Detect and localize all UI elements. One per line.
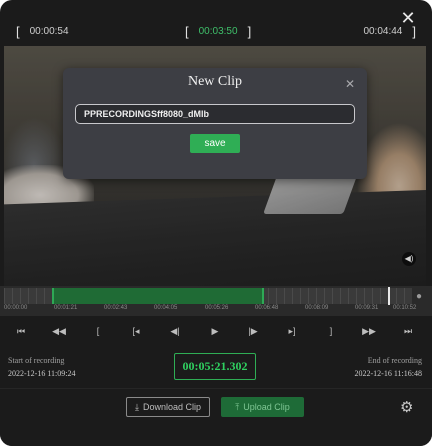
timeline-tick-labels: 00:00:00 00:01:21 00:02:43 00:04:05 00:0… xyxy=(0,305,432,315)
start-of-recording-label: Start of recording xyxy=(8,356,65,365)
tick-label: 00:09:31 xyxy=(355,305,379,311)
upload-clip-label: Upload Clip xyxy=(243,402,290,412)
upload-clip-button[interactable]: ⤒ Upload Clip xyxy=(221,397,304,417)
current-time-value: 00:03:50 xyxy=(198,26,238,37)
timeline-settings-icon[interactable]: ● xyxy=(416,291,422,302)
clip-selection-range[interactable] xyxy=(52,288,264,304)
clip-editor-window: ✕ [ 00:00:54 [ 00:03:50 ] 00:04:44 ] ◀) … xyxy=(0,0,432,446)
end-of-recording-label: End of recording xyxy=(367,356,422,365)
clip-end-value: 00:04:44 xyxy=(363,26,403,37)
new-clip-dialog: New Clip ✕ save xyxy=(63,68,367,179)
timecode-bar: [ 00:00:54 [ 00:03:50 ] 00:04:44 ] xyxy=(0,24,432,44)
mark-out-icon[interactable]: ] xyxy=(324,326,338,336)
skip-to-end-icon[interactable]: ⏭ xyxy=(401,326,415,337)
download-icon: ⤓ xyxy=(134,401,139,412)
download-clip-button[interactable]: ⤓ Download Clip xyxy=(126,397,210,417)
step-back-icon[interactable]: ◀| xyxy=(168,326,182,337)
fast-forward-icon[interactable]: ▶▶ xyxy=(362,326,376,337)
position-clock: 00:05:21.302 xyxy=(174,353,256,380)
tick-label: 00:08:09 xyxy=(305,305,329,311)
upload-icon: ⤒ xyxy=(235,401,240,412)
action-bar: ⤓ Download Clip ⤒ Upload Clip ⚙ xyxy=(0,388,432,428)
current-timecode: [ 00:03:50 ] xyxy=(185,24,251,39)
close-icon[interactable]: ✕ xyxy=(345,77,355,91)
skip-to-start-icon[interactable]: ⏮ xyxy=(14,326,28,337)
dialog-title: New Clip xyxy=(187,74,243,89)
step-forward-icon[interactable]: |▶ xyxy=(246,326,260,337)
tick-label: 00:10:52 xyxy=(393,305,417,311)
recording-status: Start of recording 2022-12-16 11:09:24 0… xyxy=(0,346,432,388)
save-button[interactable]: save xyxy=(190,134,240,153)
tick-label: 00:01:21 xyxy=(54,305,78,311)
clip-start-timecode: [ 00:00:54 xyxy=(16,24,69,39)
tick-label: 00:05:26 xyxy=(205,305,229,311)
bracket-close: ] xyxy=(247,24,252,39)
bracket-open: [ xyxy=(185,24,189,39)
playhead[interactable] xyxy=(388,287,390,305)
tick-label: 00:00:00 xyxy=(4,305,28,311)
end-of-recording-value: 2022-12-16 11:16:48 xyxy=(354,369,422,378)
play-icon[interactable]: ▶ xyxy=(208,326,222,337)
mark-in-icon[interactable]: [ xyxy=(91,326,105,336)
go-to-mark-out-icon[interactable]: ▸] xyxy=(285,326,299,337)
bracket-open: [ xyxy=(16,24,20,39)
go-to-mark-in-icon[interactable]: [◂ xyxy=(129,326,143,337)
timeline[interactable]: ● 00:00:00 00:01:21 00:02:43 00:04:05 00… xyxy=(0,286,432,316)
clip-start-value: 00:00:54 xyxy=(29,26,69,37)
clip-name-input[interactable] xyxy=(75,104,355,124)
download-clip-label: Download Clip xyxy=(142,402,201,412)
tick-label: 00:02:43 xyxy=(104,305,128,311)
tick-label: 00:04:05 xyxy=(154,305,178,311)
footer-strip xyxy=(0,428,432,446)
playback-controls: ⏮ ◀◀ [ [◂ ◀| ▶ |▶ ▸] ] ▶▶ ⏭ xyxy=(0,318,432,346)
tick-label: 00:06:48 xyxy=(255,305,279,311)
bracket-close: ] xyxy=(412,24,416,39)
gear-icon[interactable]: ⚙ xyxy=(400,398,413,416)
rewind-icon[interactable]: ◀◀ xyxy=(52,326,66,337)
start-of-recording-value: 2022-12-16 11:09:24 xyxy=(8,369,76,378)
clip-end-timecode: 00:04:44 ] xyxy=(363,24,416,39)
